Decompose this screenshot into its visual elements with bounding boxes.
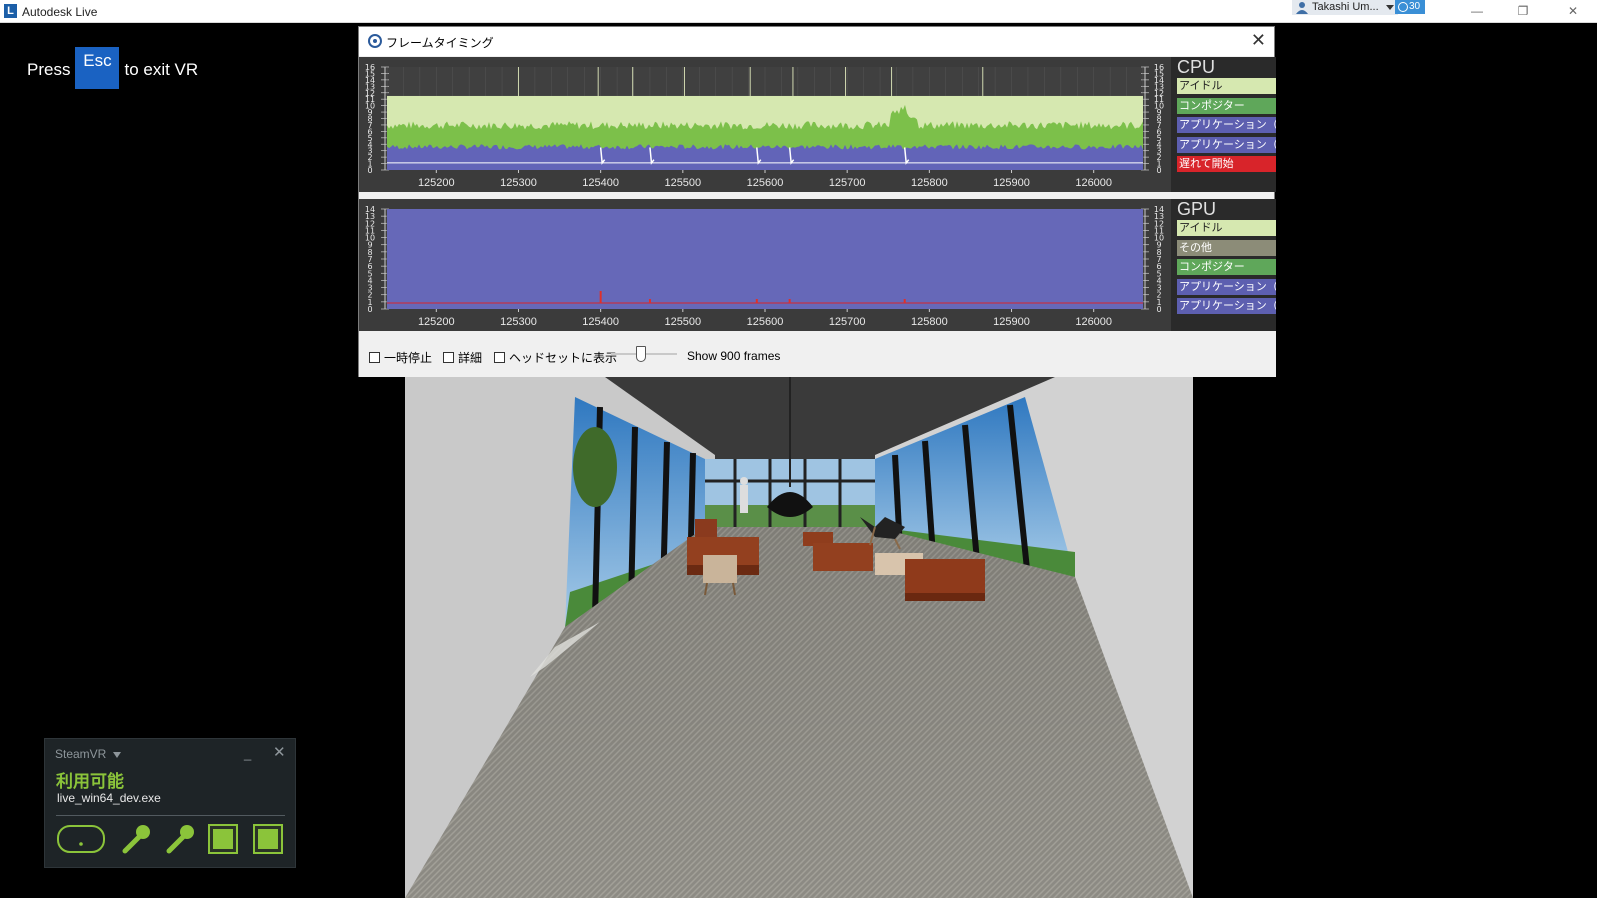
clock-icon [1398,2,1408,12]
x-tick-label: 126000 [1075,177,1112,189]
steamvr-close-button[interactable]: ✕ [273,743,286,761]
gpu-application-area [387,209,1143,309]
frame-timing-titlebar: フレームタイミング ✕ [359,27,1274,56]
app-title: Autodesk Live [22,5,98,19]
legend-item: 遅れて開始 [1177,156,1276,172]
pause-checkbox[interactable]: 一時停止 [369,349,432,366]
x-tick-label: 125800 [911,316,948,328]
minimize-button[interactable]: — [1462,2,1492,20]
steamvr-menu[interactable]: SteamVR [55,747,121,761]
x-tick-label: 125400 [582,177,619,189]
x-tick-label: 125500 [664,177,701,189]
x-tick-label: 125300 [500,316,537,328]
divider [56,815,285,816]
legend-item: アプリケーション（その [1177,278,1276,295]
tree [573,427,617,507]
slider-thumb[interactable] [636,346,646,362]
vr-scene-render [405,377,1193,898]
y-tick-label: 14 [365,205,375,214]
x-tick-label: 126000 [1075,316,1112,328]
esc-key-badge: Esc [75,47,120,89]
legend-item: アプリケーション（背景 [1177,136,1276,153]
pause-label: 一時停止 [384,351,433,365]
gpu-label: GPU [1177,199,1217,219]
details-checkbox[interactable]: 詳細 [443,349,482,366]
x-tick-label: 125400 [582,316,619,328]
cpu-label: CPU [1177,57,1216,77]
details-label: 詳細 [458,351,483,365]
x-tick-label: 125900 [993,177,1030,189]
x-tick-label: 125600 [747,177,784,189]
x-tick-label: 125200 [418,177,455,189]
x-tick-label: 125800 [911,177,948,189]
x-tick-label: 125200 [418,316,455,328]
vr-exit-hint: Press Esc to exit VR [27,47,199,89]
show-in-headset-label: ヘッドセットに表示 [509,351,618,365]
frame-timing-title: フレームタイミング [386,36,494,50]
close-window-button[interactable]: ✕ [1558,2,1588,20]
vr-scene-view [405,377,1193,898]
user-name: Takashi Um... [1312,1,1379,13]
legend-item: コンポジター [1177,259,1276,275]
restore-button[interactable]: ❐ [1508,2,1538,20]
y-tick-label: 16 [365,63,375,72]
steamvr-title: SteamVR [55,747,107,761]
frame-timing-window: フレームタイミング ✕ 0 0 1 1 2 2 3 3 4 4 5 5 6 6 7 7 8 8 9 9 10 10 11 11… [358,26,1276,377]
gpu-timing-graph: 0 01 12 23 34 45 56 67 78 89 910 1011 1112 1213 1314 14… [365,205,1164,328]
cpu-timing-graph: 0 01 12 23 34 45 56 67 78 89 910 1011 1112 1213 1314 14… [365,63,1164,189]
checkbox-box[interactable] [494,352,505,363]
checkbox-box[interactable] [443,352,454,363]
steamvr-status: 利用可能 [56,772,124,791]
gpu-graph-panel: 0 0 1 1 2 2 3 3 4 4 5 5 6 6 7 7 8 8 9 9 10 10 11 11 12 12 13 13 14 14… [359,199,1276,331]
legend-item: コンポジター [1177,97,1276,114]
base-station-icon[interactable] [252,823,284,855]
badge-count: 30 [1409,1,1421,12]
cpu-legend: CPU アイドルコンポジターアプリケーション（そのアプリケーション（背景遅れて開… [1171,57,1276,192]
base-station-icon[interactable] [207,823,239,855]
checkbox-box[interactable] [369,352,380,363]
legend-item: アイドル [1177,78,1276,94]
vr-hint-prefix: Press [27,60,71,79]
app-titlebar: L Autodesk Live Takashi Um... 30 — ❐ ✕ [0,0,1597,23]
gpu-legend: GPU アイドルその他コンポジターアプリケーション（そのアプリケーション（背景 [1171,199,1276,331]
frame-timing-toolbar: 一時停止 詳細 ヘッドセットに表示 Show 900 frames [359,331,1276,377]
y-tick-label: 16 [1154,63,1164,72]
y-tick-label: 14 [1154,205,1164,214]
chevron-down-icon [112,751,121,758]
legend-item: アイドル [1177,220,1276,236]
cpu-graph-panel: 0 0 1 1 2 2 3 3 4 4 5 5 6 6 7 7 8 8 9 9 10 10 11 11 12 12 13 13 14 14… [359,57,1276,192]
steamvr-status-panel: SteamVR _ ✕ 利用可能 live_win64_dev.exe [44,738,296,868]
x-tick-label: 125900 [993,316,1030,328]
steamvr-logo-icon [368,34,382,48]
controller-icon[interactable] [163,823,197,855]
steamvr-executable: live_win64_dev.exe [57,791,161,805]
user-menu[interactable]: Takashi Um... [1292,0,1398,15]
x-tick-label: 125600 [747,316,784,328]
notification-badge[interactable]: 30 [1395,0,1425,14]
vr-hint-suffix: to exit VR [124,60,199,79]
legend-item: アプリケーション（背景 [1177,298,1276,314]
headset-icon[interactable] [56,823,106,855]
x-tick-label: 125700 [829,316,866,328]
frames-count-label: Show 900 frames [687,349,781,363]
legend-item: アプリケーション（その [1177,117,1276,133]
show-in-headset-checkbox[interactable]: ヘッドセットに表示 [494,349,617,366]
legend-item: その他 [1177,239,1276,256]
x-tick-label: 125300 [500,177,537,189]
controller-icon[interactable] [119,823,153,855]
x-tick-label: 125500 [664,316,701,328]
frames-slider[interactable] [611,345,677,363]
autodesk-live-logo-icon: L [4,4,17,18]
steamvr-minimize-button[interactable]: _ [244,746,251,761]
x-tick-label: 125700 [829,177,866,189]
close-button[interactable]: ✕ [1251,30,1266,51]
user-icon [1296,2,1308,14]
chevron-down-icon [1385,4,1394,10]
